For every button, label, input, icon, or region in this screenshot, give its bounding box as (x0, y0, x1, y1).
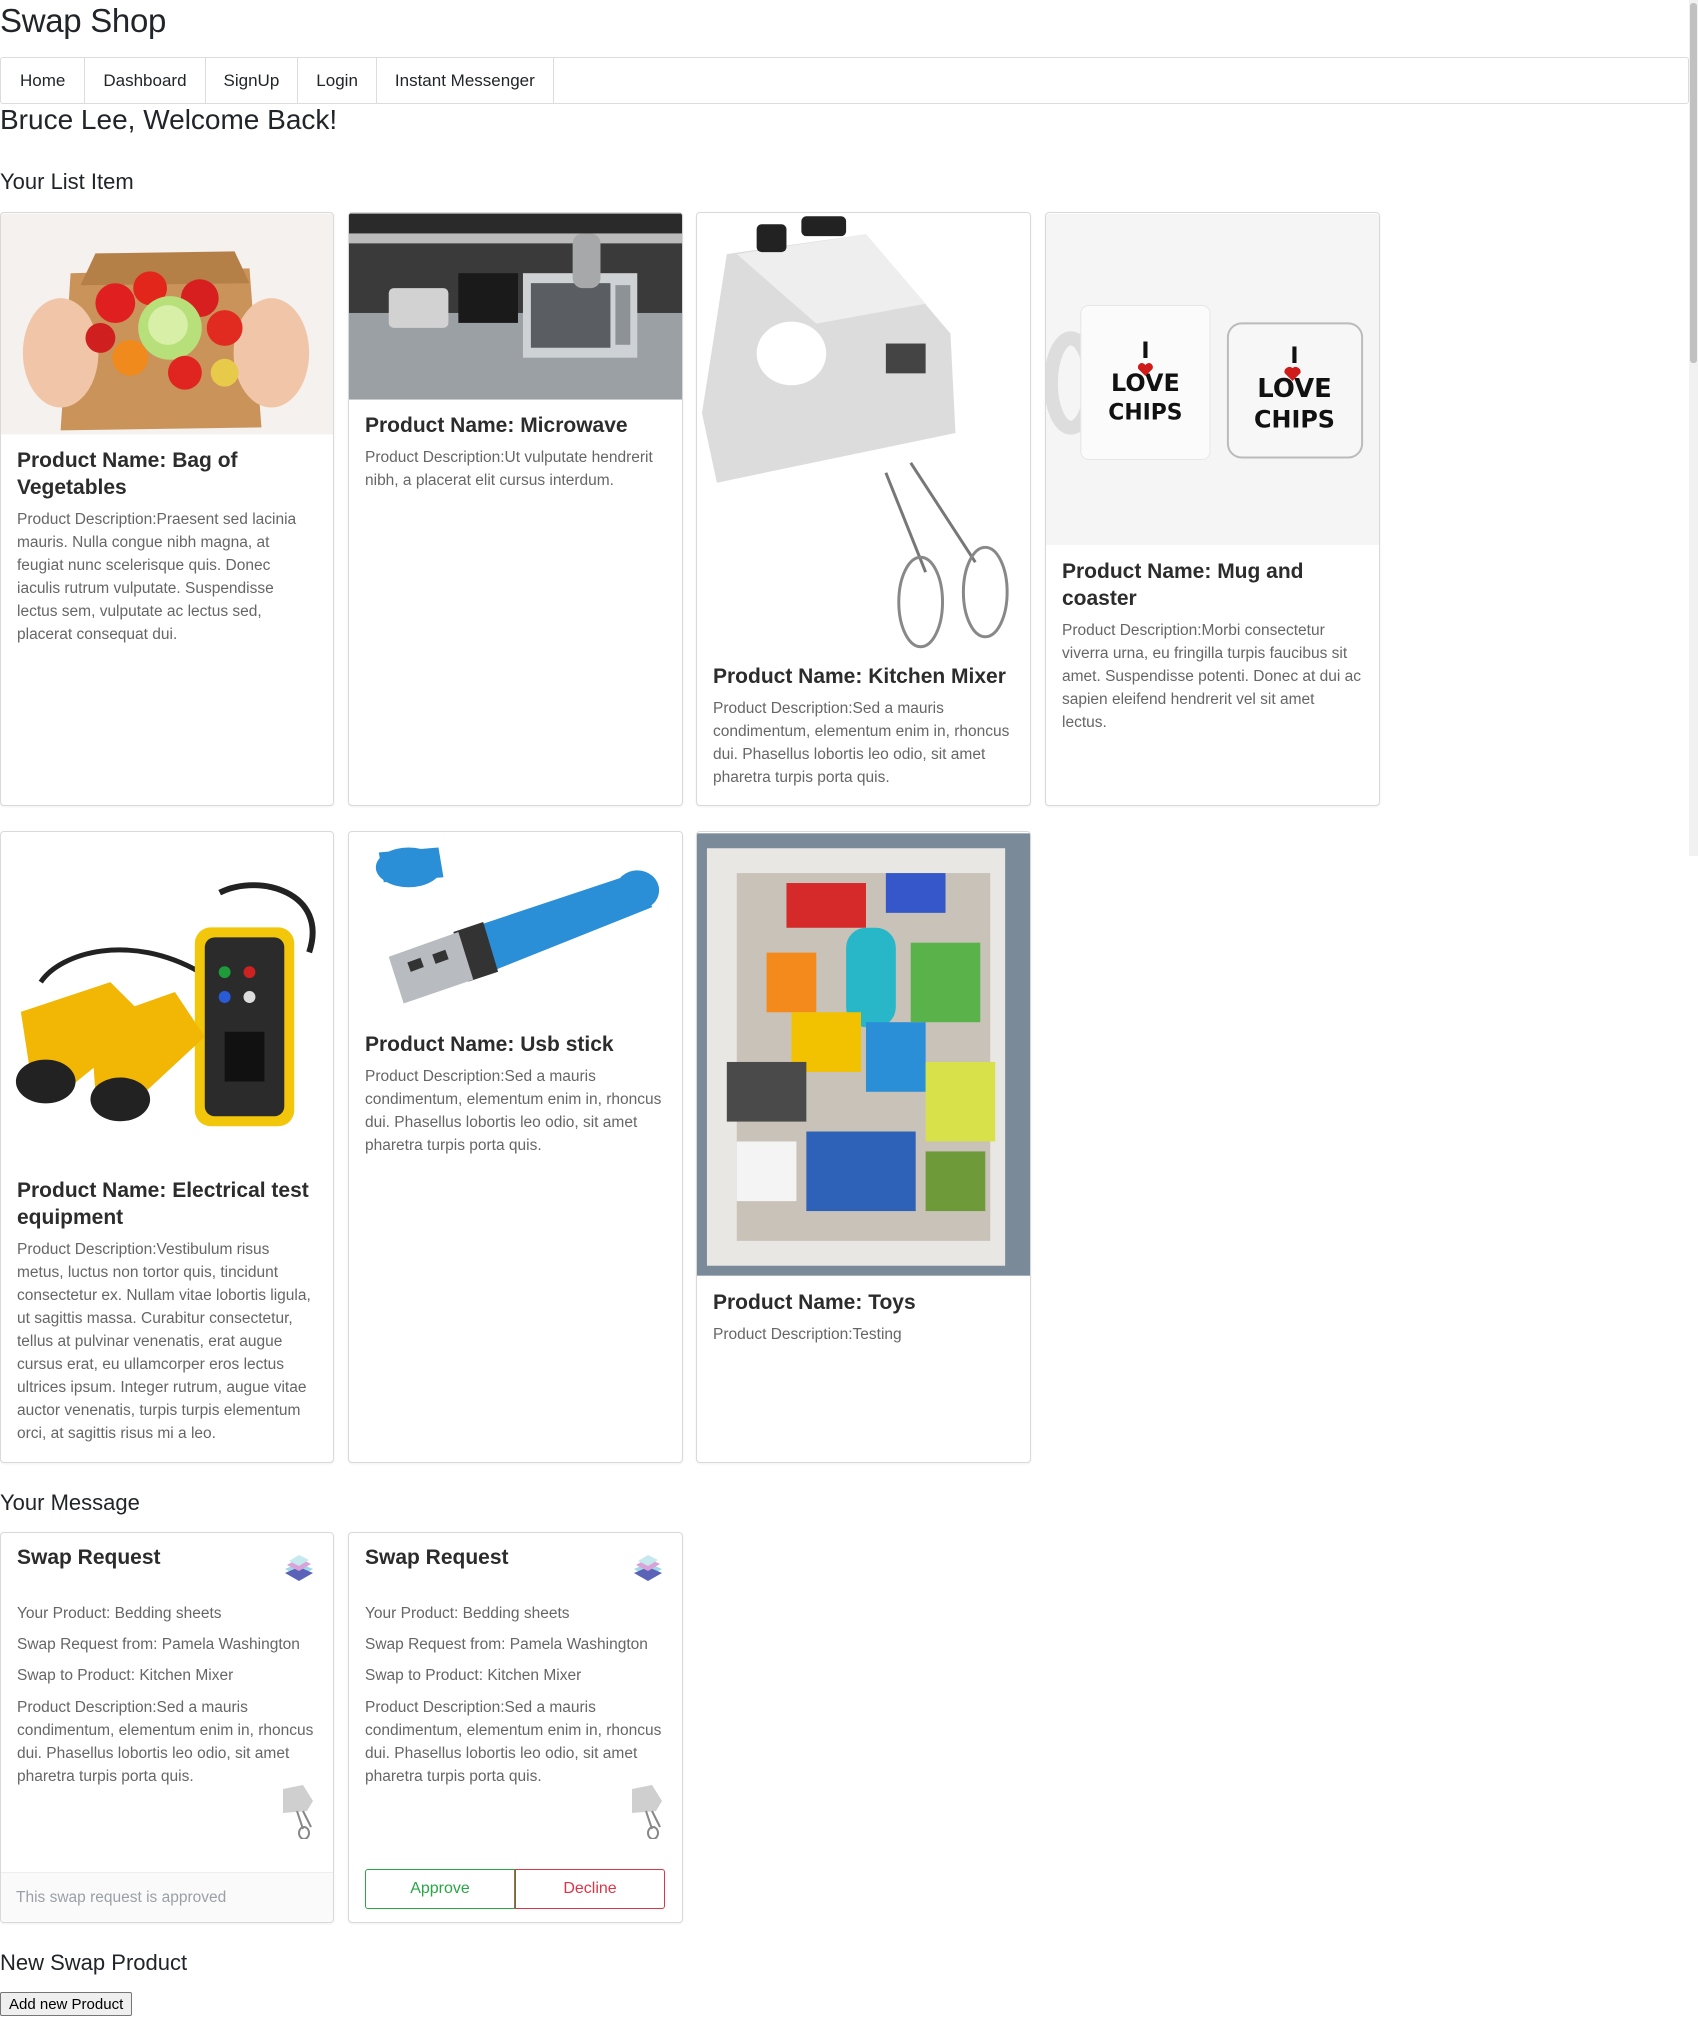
product-card[interactable]: Product Name: Bag of Vegetables Product … (0, 212, 334, 806)
swap-product-description: Product Description:Sed a mauris condime… (365, 1699, 662, 1785)
product-name: Product Name: Mug and coaster (1062, 560, 1304, 610)
page-scrollbar[interactable] (1689, 0, 1698, 856)
toys-bin-image (697, 833, 1030, 1276)
coaster-lettering: CHIPS (1254, 406, 1335, 434)
product-card[interactable]: Product Name: Microwave Product Descript… (348, 212, 683, 806)
mug-lettering: I (1141, 339, 1149, 364)
product-description: Product Description:Sed a mauris condime… (365, 1068, 662, 1154)
scrollbar-thumb[interactable] (1690, 3, 1697, 363)
product-card[interactable]: Product Name: Kitchen Mixer Product Desc… (696, 212, 1031, 806)
decline-button[interactable]: Decline (515, 1869, 665, 1909)
swap-request-card: Swap Request Your Product: Bedding sheet… (348, 1532, 683, 1923)
nav-login[interactable]: Login (298, 58, 377, 103)
product-description: Product Description:Sed a mauris condime… (713, 700, 1010, 786)
swap-request-title: Swap Request (17, 1546, 161, 1569)
nav-dashboard[interactable]: Dashboard (85, 58, 206, 103)
your-product-line: Your Product: Bedding sheets (17, 1605, 222, 1622)
swap-action-group: Approve Decline (365, 1869, 665, 1909)
bedding-sheets-icon (285, 1555, 313, 1581)
messages-heading: Your Message (0, 1490, 140, 1515)
product-description: Product Description:Ut vulputate hendrer… (365, 449, 653, 489)
main-navbar: Home Dashboard SignUp Login Instant Mess… (0, 57, 1689, 104)
product-name: Product Name: Microwave (365, 414, 628, 437)
swap-to-line: Swap to Product: Kitchen Mixer (17, 1667, 234, 1684)
product-description: Product Description:Testing (713, 1326, 902, 1343)
product-card[interactable]: Product Name: Usb stick Product Descript… (348, 831, 683, 1463)
product-name: Product Name: Electrical test equipment (17, 1179, 309, 1229)
swap-to-line: Swap to Product: Kitchen Mixer (365, 1667, 582, 1684)
electrical-tester-image (1, 832, 333, 1165)
swap-from-line: Swap Request from: Pamela Washington (17, 1636, 300, 1653)
product-description: Product Description:Vestibulum risus met… (17, 1241, 311, 1442)
vegetables-bag-image (1, 213, 333, 435)
list-items-heading: Your List Item (0, 169, 134, 194)
swap-status-text: This swap request is approved (16, 1888, 227, 1906)
swap-status-footer: This swap request is approved (1, 1872, 333, 1922)
swap-product-description: Product Description:Sed a mauris condime… (17, 1699, 314, 1785)
product-name: Product Name: Toys (713, 1291, 916, 1314)
product-card[interactable]: I LOVE CHIPS I LOVE CHIPS Product Name: … (1045, 212, 1380, 806)
add-product-button[interactable]: Add new Product (0, 1992, 133, 2016)
product-name: Product Name: Bag of Vegetables (17, 449, 238, 499)
bedding-sheets-icon (634, 1555, 662, 1581)
product-name: Product Name: Kitchen Mixer (713, 665, 1006, 688)
swap-request-title: Swap Request (365, 1546, 509, 1569)
your-product-line: Your Product: Bedding sheets (365, 1605, 570, 1622)
mug-coaster-image: I LOVE CHIPS I LOVE CHIPS (1046, 213, 1379, 546)
mug-lettering: CHIPS (1108, 401, 1182, 426)
product-description: Product Description:Praesent sed lacinia… (17, 511, 297, 643)
approve-button[interactable]: Approve (365, 1869, 515, 1909)
nav-signup[interactable]: SignUp (206, 58, 299, 103)
usb-stick-image (349, 832, 682, 1019)
product-card[interactable]: Product Name: Electrical test equipment … (0, 831, 334, 1463)
welcome-heading: Bruce Lee, Welcome Back! (0, 104, 338, 135)
new-product-heading: New Swap Product (0, 1950, 188, 1975)
product-card[interactable]: Product Name: Toys Product Description:T… (696, 831, 1031, 1463)
microwave-image (349, 213, 682, 400)
product-description: Product Description:Morbi consectetur vi… (1062, 622, 1361, 731)
coaster-lettering: I (1290, 344, 1298, 369)
nav-home[interactable]: Home (1, 58, 86, 103)
kitchen-mixer-image (697, 214, 1030, 650)
app-title: Swap Shop (0, 2, 167, 39)
kitchen-mixer-icon (283, 1785, 313, 1839)
swap-request-card: Swap Request Your Product: Bedding sheet… (0, 1532, 334, 1923)
nav-instant-messenger[interactable]: Instant Messenger (377, 58, 554, 103)
swap-from-line: Swap Request from: Pamela Washington (365, 1636, 648, 1653)
product-name: Product Name: Usb stick (365, 1033, 614, 1056)
kitchen-mixer-icon (632, 1785, 662, 1839)
